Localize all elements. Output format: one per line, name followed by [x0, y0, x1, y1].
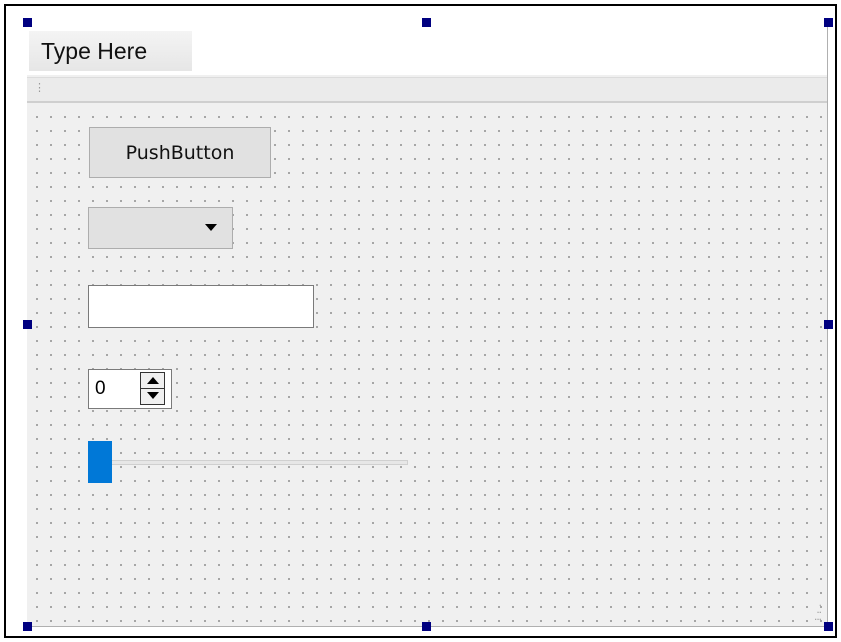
spin-box-buttons [140, 372, 165, 405]
selection-handle-bottom-center[interactable] [422, 622, 431, 631]
selection-handle-top-right[interactable] [824, 18, 833, 27]
horizontal-slider[interactable] [88, 441, 410, 487]
selection-handle-bottom-right[interactable] [824, 622, 833, 631]
selection-handle-middle-left[interactable] [23, 320, 32, 329]
selection-handle-middle-right[interactable] [824, 320, 833, 329]
central-widget-grid[interactable]: PushButton 0 [27, 105, 827, 625]
spin-down-button[interactable] [141, 389, 164, 405]
chevron-down-icon [205, 224, 217, 231]
line-edit[interactable] [88, 285, 314, 328]
selection-handle-top-left[interactable] [23, 18, 32, 27]
push-button[interactable]: PushButton [89, 127, 271, 178]
slider-handle[interactable] [88, 441, 112, 483]
spin-up-button[interactable] [141, 373, 164, 389]
slider-groove[interactable] [88, 460, 408, 465]
arrow-down-icon [147, 391, 159, 399]
menu-type-here[interactable]: Type Here [29, 31, 192, 71]
spin-box-value[interactable]: 0 [95, 378, 106, 400]
selection-handle-top-center[interactable] [422, 18, 431, 27]
menu-bar: Type Here [27, 21, 827, 75]
arrow-up-icon [147, 377, 159, 384]
toolbar-grip-icon[interactable]: ⋮ [34, 81, 45, 94]
size-grip-icon[interactable]: . ..... [814, 596, 822, 622]
selection-handle-bottom-left[interactable] [23, 622, 32, 631]
combo-box[interactable] [88, 207, 233, 249]
toolbar: ⋮ [27, 77, 827, 103]
main-window-form[interactable]: Type Here ⋮ PushButton 0 . ..... [27, 21, 828, 627]
spin-box[interactable]: 0 [88, 369, 172, 409]
